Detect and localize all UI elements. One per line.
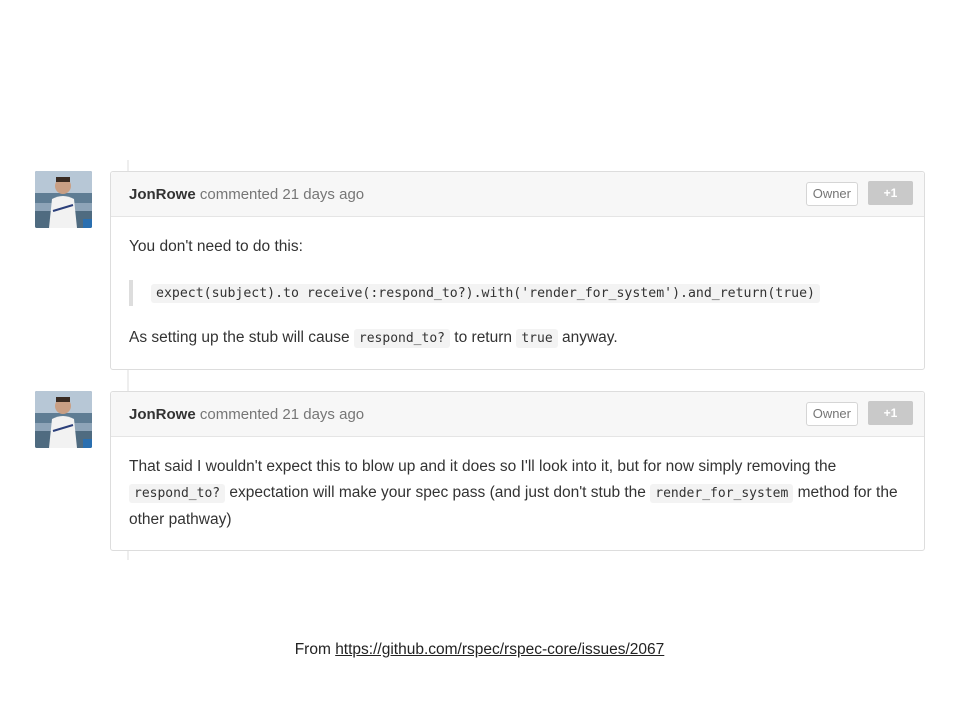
comment-header: JonRowe commented 21 days ago Owner +1 (111, 172, 924, 217)
inline-code: respond_to? (353, 329, 450, 348)
comment-box: JonRowe commented 21 days ago Owner +1 Y… (110, 171, 925, 370)
inline-code: respond_to? (129, 484, 226, 503)
author-name[interactable]: JonRowe (129, 186, 196, 203)
comment-header-text: JonRowe commented 21 days ago (129, 406, 364, 423)
text-segment: anyway. (561, 329, 618, 346)
comment-timestamp[interactable]: commented 21 days ago (200, 406, 364, 423)
comment-paragraph: As setting up the stub will cause respon… (129, 325, 618, 352)
avatar[interactable] (35, 171, 92, 228)
text-segment: expectation will make your spec pass (an… (229, 484, 646, 501)
source-caption: From https://github.com/rspec/rspec-core… (0, 641, 959, 659)
text-segment: That said I wouldn't expect this to blow… (129, 458, 837, 475)
comment-header-text: JonRowe commented 21 days ago (129, 186, 364, 203)
blockquote: expect(subject).to receive(:respond_to?)… (129, 280, 820, 306)
plus-one-button[interactable]: +1 (868, 181, 913, 205)
author-name[interactable]: JonRowe (129, 406, 196, 423)
plus-one-button[interactable]: +1 (868, 401, 913, 425)
comment-timestamp[interactable]: commented 21 days ago (200, 186, 364, 203)
avatar[interactable] (35, 391, 92, 448)
inline-code: true (516, 329, 558, 348)
source-link[interactable]: https://github.com/rspec/rspec-core/issu… (335, 641, 664, 658)
comment-header: JonRowe commented 21 days ago Owner +1 (111, 392, 924, 437)
text-segment: As setting up the stub will cause (129, 329, 350, 346)
owner-badge: Owner (805, 182, 858, 206)
text-segment: to return (454, 329, 513, 346)
slide: JonRowe commented 21 days ago Owner +1 Y… (0, 0, 959, 720)
owner-badge: Owner (805, 402, 858, 426)
comment-paragraph: You don't need to do this: (129, 238, 303, 255)
comment-paragraph: That said I wouldn't expect this to blow… (129, 454, 909, 533)
inline-code: expect(subject).to receive(:respond_to?)… (151, 284, 820, 303)
comment-box: JonRowe commented 21 days ago Owner +1 T… (110, 391, 925, 551)
caption-prefix: From (294, 641, 331, 658)
inline-code: render_for_system (650, 484, 794, 503)
